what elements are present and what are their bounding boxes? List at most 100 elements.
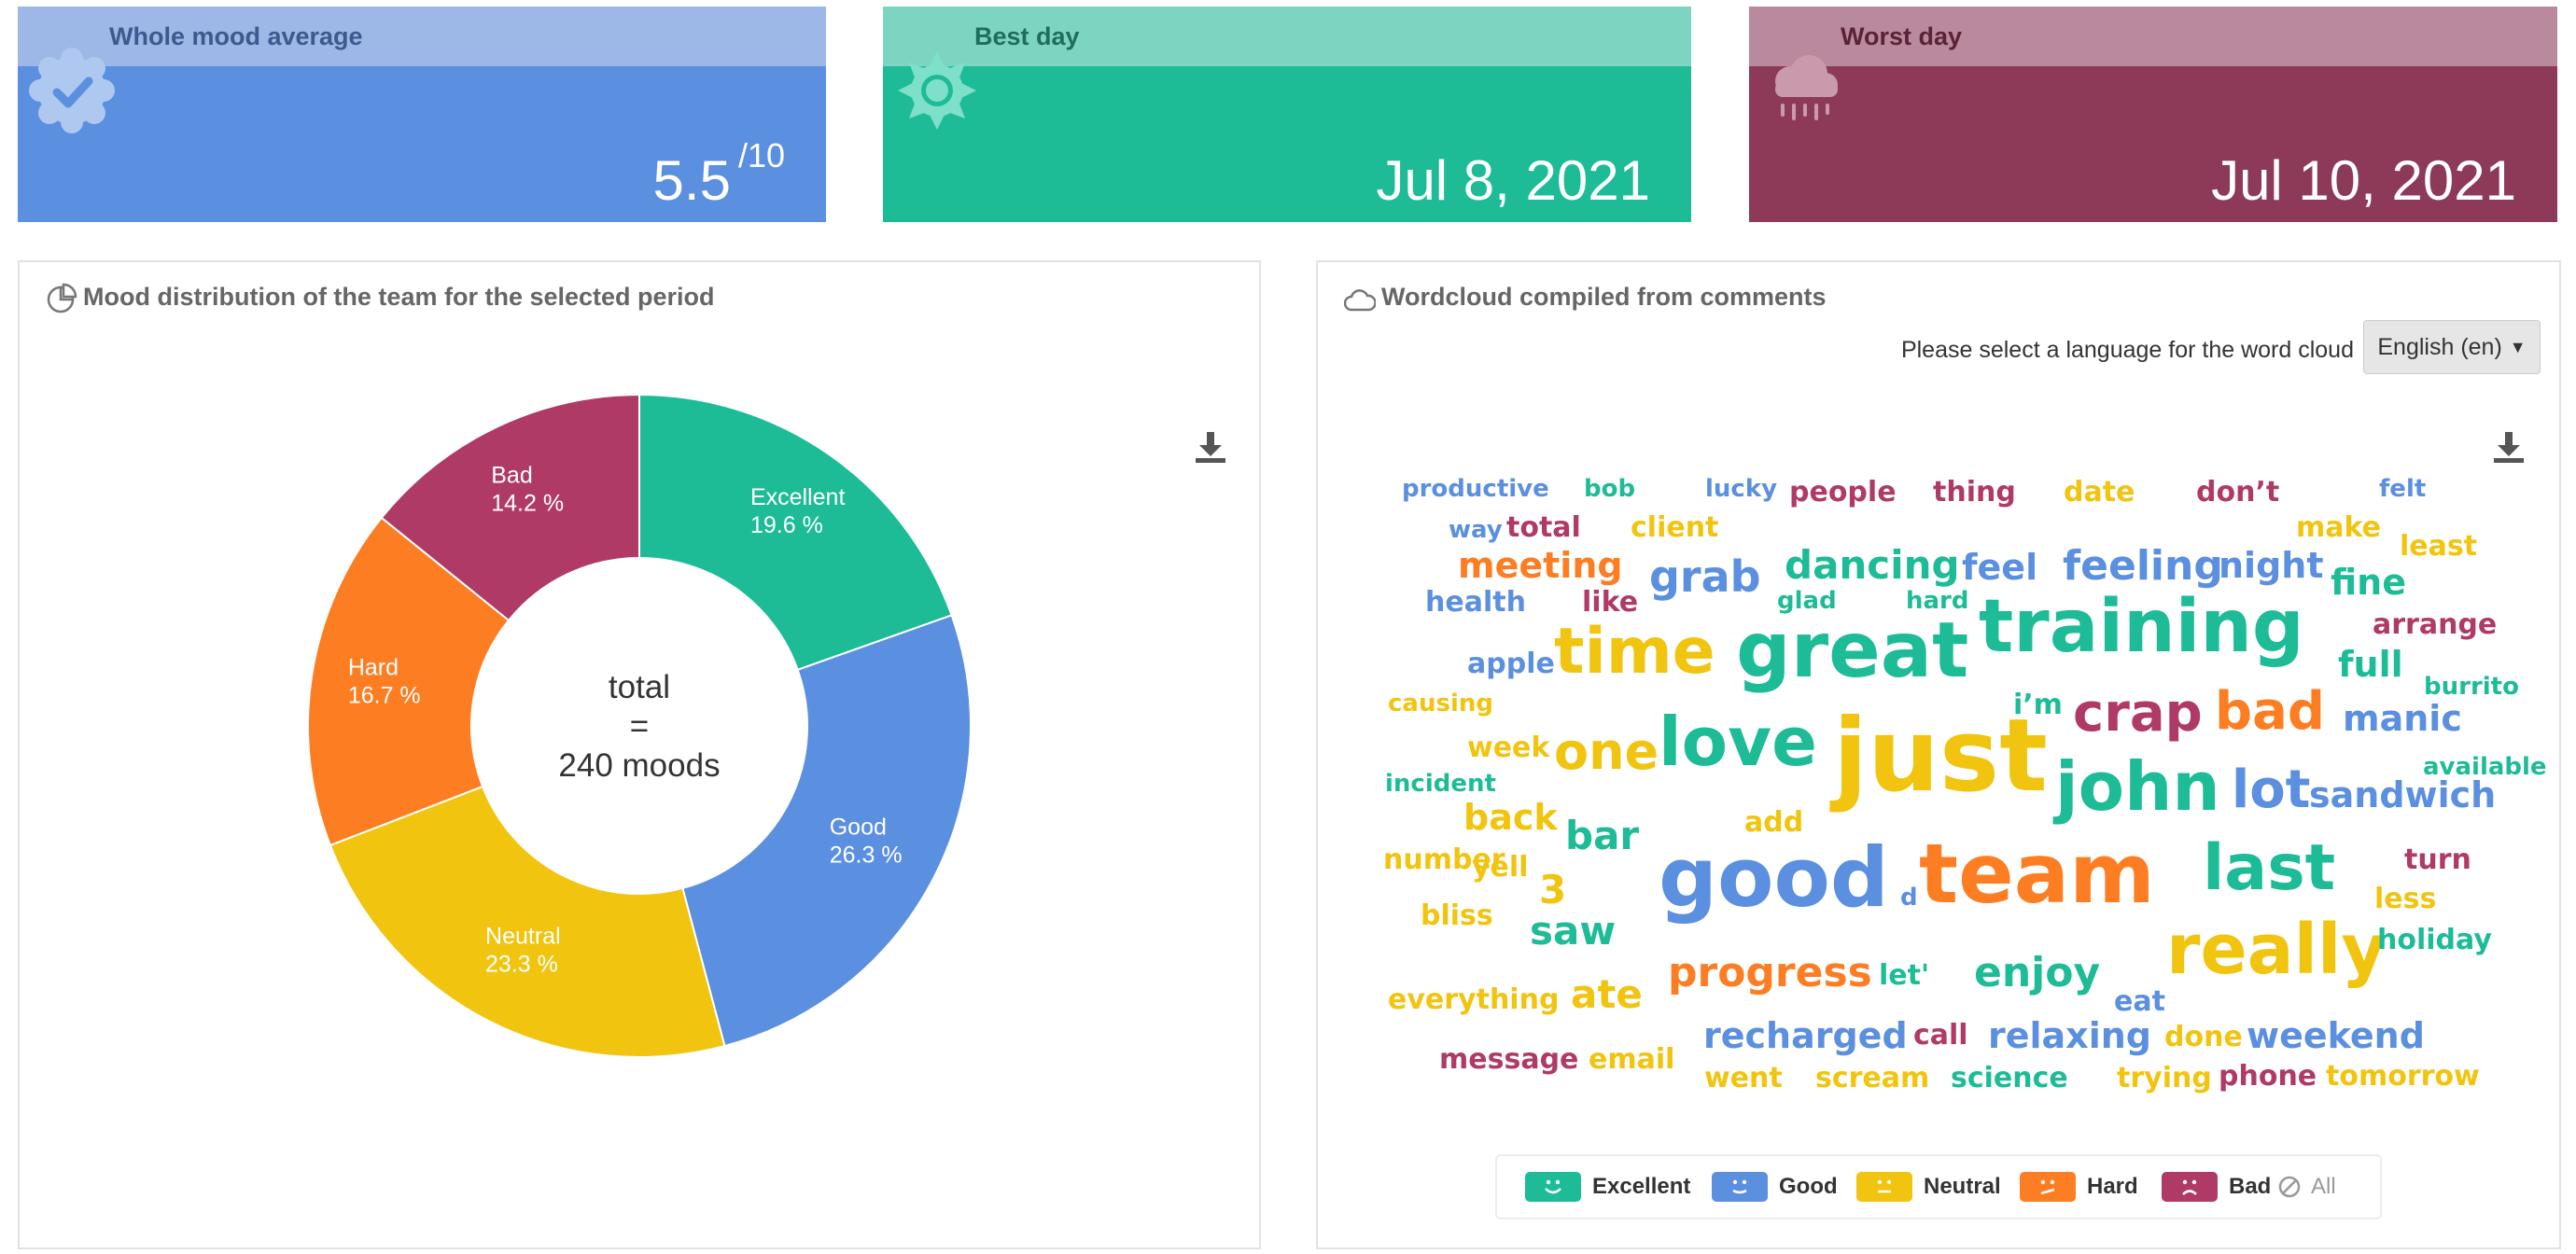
wordcloud-word[interactable]: bob [1584, 477, 1635, 501]
wordcloud-word[interactable]: one [1554, 727, 1659, 777]
legend-item-good[interactable]: Good [1712, 1156, 1838, 1218]
legend-item-neutral[interactable]: Neutral [1856, 1156, 2001, 1218]
sun-icon [898, 51, 976, 130]
wordcloud-word[interactable]: don’t [2196, 479, 2279, 507]
wordcloud-word[interactable]: turn [2404, 846, 2471, 874]
wordcloud-word[interactable]: really [2166, 915, 2387, 984]
wordcloud-word[interactable]: fine [2331, 564, 2406, 600]
wordcloud-word[interactable]: message [1439, 1046, 1578, 1074]
wordcloud-word[interactable]: last [2203, 837, 2335, 900]
wordcloud-word[interactable]: holiday [2377, 927, 2492, 954]
wordcloud-word[interactable]: like [1582, 589, 1638, 617]
wordcloud-word[interactable]: recharged [1703, 1018, 1908, 1053]
wordcloud-word[interactable]: causing [1388, 691, 1493, 716]
wordcloud-word[interactable]: time [1554, 620, 1715, 684]
wordcloud-word[interactable]: everything [1388, 986, 1559, 1014]
legend-item-hard[interactable]: Hard [2020, 1156, 2138, 1218]
wordcloud-word[interactable]: manic [2343, 701, 2462, 736]
donut-slice-neutral[interactable] [329, 785, 726, 1058]
card-header: Whole mood average [18, 7, 826, 66]
legend-item-bad[interactable]: Bad [2162, 1156, 2271, 1218]
wordcloud-word[interactable]: night [2219, 548, 2324, 583]
wordcloud-word[interactable]: productive [1402, 477, 1549, 501]
wordcloud-word[interactable]: feeling [2063, 546, 2223, 587]
wordcloud-word[interactable]: bliss [1421, 902, 1493, 930]
legend-label: All [2311, 1174, 2336, 1199]
wordcloud-word[interactable]: done [2164, 1024, 2243, 1052]
wordcloud-word[interactable]: enjoy [1974, 953, 2100, 994]
ban-icon [2278, 1176, 2301, 1198]
wordcloud-word[interactable]: feel [1962, 550, 2037, 585]
wordcloud-word[interactable]: progress [1668, 953, 1872, 994]
wordcloud-word[interactable]: saw [1530, 912, 1616, 951]
smile-face-icon [1525, 1172, 1581, 1202]
mood-donut-chart: Excellent19.6 % Good26.3 % Neutral23.3 % Ha… [307, 393, 972, 1058]
card-header: Best day [883, 7, 1691, 66]
card-title: Whole mood average [109, 22, 363, 50]
wordcloud-word[interactable]: eat [2114, 988, 2165, 1016]
donut-slice-value: 19.6 % [750, 512, 823, 538]
wordcloud-word[interactable]: total [1506, 514, 1581, 542]
wordcloud-word[interactable]: health [1425, 589, 1526, 617]
wordcloud-word[interactable]: great [1736, 613, 1968, 690]
mood-legend: Excellent Good Neutral Hard Bad All [1495, 1154, 2382, 1219]
stat-card-average: Whole mood average 5.5/10 [18, 7, 826, 222]
wordcloud-word[interactable]: call [1913, 1022, 1968, 1050]
wordcloud-word[interactable]: scream [1815, 1065, 1929, 1093]
card-body: Jul 10, 2021 [1749, 66, 2557, 222]
wordcloud-word[interactable]: trying [2117, 1065, 2212, 1093]
legend-label: Good [1779, 1174, 1838, 1199]
wordcloud-word[interactable]: just [1833, 706, 2048, 807]
wordcloud-word[interactable]: date [2064, 479, 2135, 507]
legend-label: Bad [2229, 1174, 2272, 1199]
wordcloud-word[interactable]: went [1704, 1065, 1783, 1093]
wordcloud-word[interactable]: bad [2215, 686, 2325, 738]
wordcloud-word[interactable]: science [1951, 1065, 2068, 1093]
wordcloud-word[interactable]: good [1659, 837, 1889, 919]
donut-slice-label: Bad [491, 462, 532, 488]
wordcloud-word[interactable]: email [1589, 1046, 1674, 1074]
wordcloud-word[interactable]: weekend [2247, 1018, 2425, 1053]
wordcloud-word[interactable]: thing [1933, 479, 2016, 507]
wordcloud-word[interactable]: love [1659, 708, 1817, 775]
wordcloud-word[interactable]: dancing [1785, 546, 1960, 585]
wordcloud-word[interactable]: arrange [2373, 611, 2497, 639]
wordcloud-word[interactable]: full [2338, 647, 2403, 682]
wordcloud-word[interactable]: training [1979, 591, 2304, 663]
wordcloud-word[interactable]: burrito [2424, 675, 2519, 699]
wordcloud-word[interactable]: sandwich [2309, 777, 2496, 813]
wordcloud-word[interactable]: week [1467, 734, 1549, 762]
card-body: Jul 8, 2021 [883, 66, 1691, 222]
wordcloud-word[interactable]: relaxing [1988, 1018, 2151, 1053]
wordcloud-word[interactable]: crap [2073, 688, 2203, 740]
wordcloud-word[interactable]: team [1919, 833, 2155, 915]
wordcloud-word[interactable]: people [1789, 479, 1897, 507]
wordcloud-word[interactable]: john [2055, 753, 2220, 820]
wordcloud-word[interactable]: way [1449, 518, 1503, 542]
wordcloud-word[interactable]: lot [2232, 764, 2310, 816]
wordcloud-word[interactable]: make [2296, 514, 2381, 542]
wordcloud-word[interactable]: bar [1565, 816, 1639, 856]
donut-slice-good[interactable] [681, 614, 972, 1048]
wordcloud-word[interactable]: felt [2379, 477, 2426, 501]
wordcloud-word[interactable]: phone [2219, 1063, 2317, 1091]
donut-slice-value: 16.7 % [348, 682, 421, 708]
wordcloud-word[interactable]: apple [1467, 650, 1555, 678]
wordcloud-word[interactable]: 3 [1539, 871, 1566, 910]
wordcloud-word[interactable]: let' [1879, 962, 1929, 990]
legend-item-all[interactable]: All [2277, 1156, 2336, 1218]
donut-center-text: 240 moods [558, 747, 720, 784]
wordcloud-word[interactable]: meeting [1458, 548, 1623, 583]
wordcloud-word[interactable]: least [2400, 533, 2477, 561]
wordcloud-word[interactable]: yell [1472, 854, 1528, 882]
donut-slice-value: 26.3 % [830, 842, 903, 868]
wordcloud-word[interactable]: back [1463, 800, 1558, 835]
legend-item-excellent[interactable]: Excellent [1525, 1156, 1690, 1218]
wordcloud-word[interactable]: incident [1385, 772, 1496, 796]
wordcloud-word[interactable]: ate [1571, 975, 1643, 1014]
wordcloud-word[interactable]: d [1900, 885, 1918, 910]
wordcloud-word[interactable]: lucky [1705, 477, 1777, 501]
wordcloud-word[interactable]: tomorrow [2326, 1063, 2480, 1091]
wordcloud-word[interactable]: client [1631, 514, 1718, 542]
wordcloud-word[interactable]: grab [1649, 555, 1761, 598]
